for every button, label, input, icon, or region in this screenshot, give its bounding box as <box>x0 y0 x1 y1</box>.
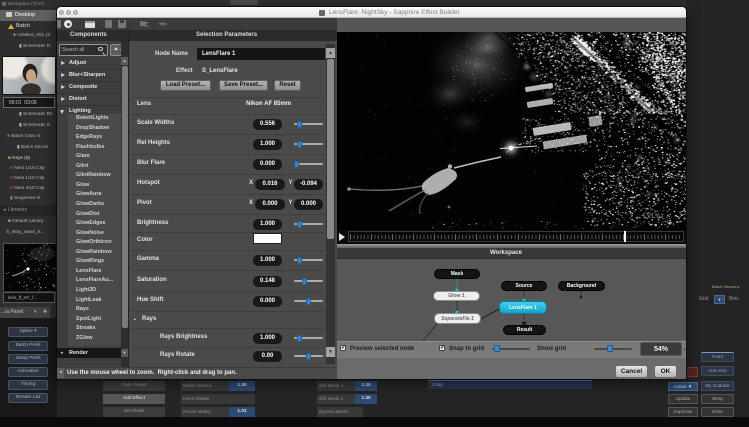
svg-text:LVLY: LVLY <box>643 213 660 220</box>
